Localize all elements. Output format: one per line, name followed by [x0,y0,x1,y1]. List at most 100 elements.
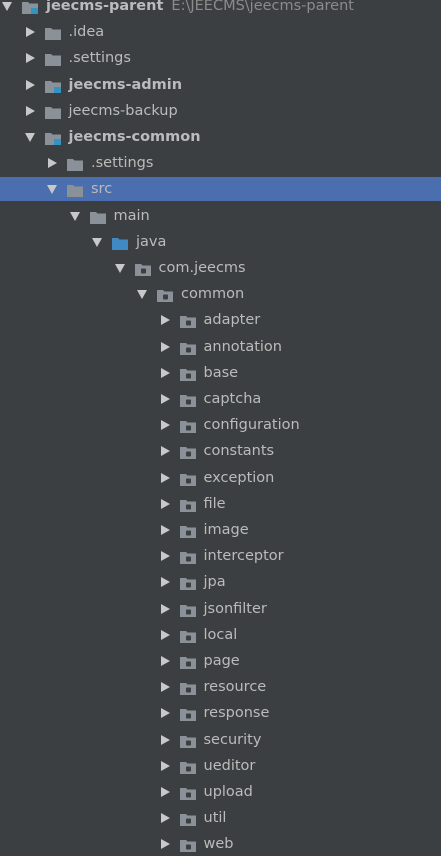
expand-arrow-icon[interactable] [160,629,170,640]
tree-row[interactable]: ueditor [0,754,441,778]
tree-item-label: response [203,705,270,722]
package-icon [179,654,196,669]
folder-icon [44,51,61,67]
expand-arrow-icon[interactable] [25,105,35,116]
tree-row[interactable]: jsonfilter [0,597,441,621]
package-icon [179,444,196,460]
expand-arrow-icon[interactable] [160,787,170,797]
tree-item-label: main [113,207,150,224]
tree-row[interactable]: jeecms-admin [0,73,441,97]
package-icon [179,549,196,565]
tree-row[interactable]: annotation [0,335,441,359]
expand-arrow-icon[interactable] [160,498,170,509]
tree-row[interactable]: src [0,177,441,202]
tree-item-label: .settings [68,50,131,67]
collapse-arrow-icon[interactable] [24,133,35,142]
expand-arrow-icon[interactable] [160,656,170,666]
expand-arrow-icon[interactable] [160,446,170,457]
tree-row[interactable]: local [0,623,441,647]
package-icon [179,340,196,355]
tree-row[interactable]: image [0,518,441,542]
module-icon [22,0,38,14]
package-icon [179,811,196,827]
package-icon [179,680,196,696]
collapse-arrow-icon[interactable] [114,264,125,273]
expand-arrow-icon[interactable] [160,839,170,850]
expand-arrow-icon[interactable] [160,760,170,771]
source-folder-icon [112,235,128,250]
package-icon [179,602,196,617]
tree-item-label: jeecms-common [68,129,201,145]
tree-row[interactable]: base [0,361,441,385]
tree-row[interactable]: web [0,832,441,856]
tree-row[interactable]: util [0,806,441,830]
expand-arrow-icon[interactable] [160,708,170,719]
package-icon [134,261,151,276]
tree-row[interactable]: response [0,701,441,725]
expand-arrow-icon[interactable] [160,603,170,614]
package-icon [179,366,196,381]
tree-item-label: annotation [203,338,282,355]
tree-item-label: common [181,286,245,303]
collapse-arrow-icon[interactable] [47,185,57,195]
tree-row[interactable]: .settings [0,151,441,175]
tree-row[interactable]: common [0,282,441,306]
tree-row[interactable]: com.jeecms [0,256,441,280]
package-icon [179,628,196,643]
tree-item-label: src [91,181,113,198]
expand-arrow-icon[interactable] [160,734,170,745]
expand-arrow-icon[interactable] [160,577,170,588]
expand-arrow-icon[interactable] [25,79,35,90]
tree-item-label: .idea [68,24,105,41]
tree-row[interactable]: upload [0,780,441,804]
tree-row[interactable]: page [0,649,441,673]
collapse-arrow-icon[interactable] [137,290,147,300]
tree-row[interactable]: security [0,728,441,752]
collapse-arrow-icon[interactable] [92,237,102,247]
tree-row[interactable]: captcha [0,387,441,411]
expand-arrow-icon[interactable] [160,315,170,326]
tree-row[interactable]: exception [0,466,441,490]
tree-row[interactable]: .settings [0,46,441,70]
package-icon [179,785,196,800]
tree-row[interactable]: .idea [0,20,441,44]
tree-row[interactable]: jeecms-backup [0,99,441,123]
tree-row[interactable]: configuration [0,413,441,437]
package-icon [179,759,196,774]
tree-row[interactable]: jeecms-parent E:\JEECMS\jeecms-parent [0,0,441,18]
expand-arrow-icon[interactable] [160,394,170,404]
expand-arrow-icon[interactable] [160,551,170,562]
collapse-arrow-icon[interactable] [2,2,12,11]
tree-item-label: jpa [203,574,226,591]
tree-row[interactable]: constants [0,439,441,463]
tree-row[interactable]: file [0,492,441,516]
expand-arrow-icon[interactable] [48,158,57,169]
expand-arrow-icon[interactable] [160,420,170,431]
tree-row[interactable]: jpa [0,570,441,594]
expand-arrow-icon[interactable] [160,525,170,535]
tree-item-label: upload [203,784,253,800]
tree-row[interactable]: resource [0,675,441,699]
tree-item-label: jeecms-backup [68,102,178,119]
tree-row[interactable]: adapter [0,308,441,332]
package-icon [179,575,196,591]
expand-arrow-icon[interactable] [160,367,170,378]
package-icon [179,706,196,722]
expand-arrow-icon[interactable] [25,27,35,38]
expand-arrow-icon[interactable] [160,472,170,483]
expand-arrow-icon[interactable] [160,341,170,352]
tree-row[interactable]: main [0,204,441,228]
tree-item-label: image [203,522,249,538]
tree-row[interactable]: interceptor [0,544,441,568]
expand-arrow-icon[interactable] [25,53,35,64]
tree-row[interactable]: java [0,230,441,254]
collapse-arrow-icon[interactable] [69,211,80,221]
expand-arrow-icon[interactable] [160,813,170,824]
expand-arrow-icon[interactable] [160,682,170,693]
tree-row[interactable]: jeecms-common [0,125,441,149]
tree-item-label: constants [203,443,275,460]
tree-item-label: adapter [203,312,261,329]
tree-item-label: captcha [203,391,262,407]
package-icon [179,733,196,748]
tree-item-label: page [203,653,240,669]
